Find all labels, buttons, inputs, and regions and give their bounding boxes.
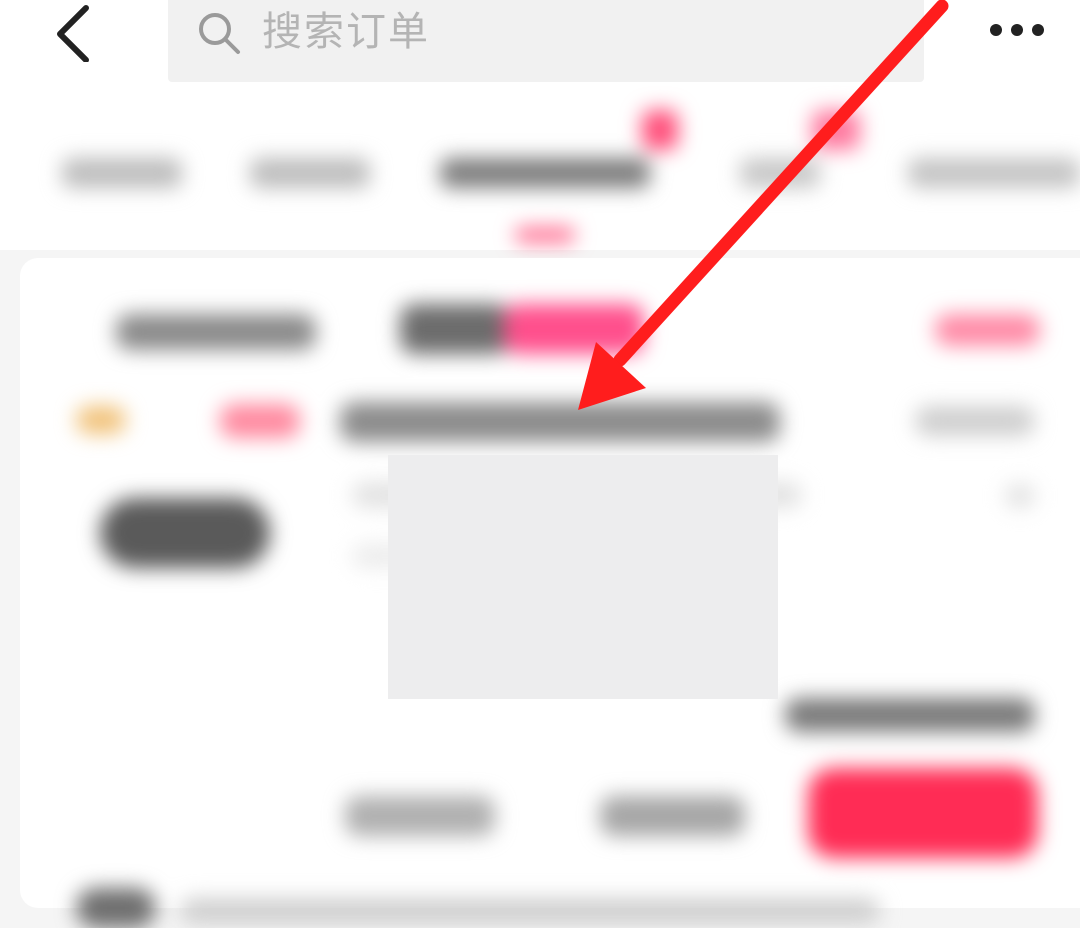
active-tab-indicator xyxy=(515,228,575,242)
search-placeholder: 搜索订单 xyxy=(262,9,430,55)
search-input[interactable]: 搜索订单 xyxy=(168,0,924,82)
label-tag xyxy=(220,404,300,438)
next-order-shop xyxy=(180,898,880,924)
shop-tag xyxy=(400,304,510,354)
tab-badge xyxy=(642,110,678,150)
action-button-1[interactable] xyxy=(345,796,495,836)
search-icon xyxy=(196,10,246,56)
tab-badge xyxy=(812,110,860,150)
shop-name[interactable] xyxy=(116,314,316,350)
label-icon xyxy=(76,406,126,434)
order-status-tabs xyxy=(0,100,1080,250)
tab-1[interactable] xyxy=(62,158,182,188)
back-chevron-icon[interactable] xyxy=(50,4,100,63)
shop-tag-accent xyxy=(504,304,644,354)
product-price xyxy=(915,406,1035,436)
next-order-header xyxy=(76,888,156,928)
tab-4[interactable] xyxy=(740,158,820,188)
order-status-text xyxy=(935,314,1040,346)
product-quantity xyxy=(1005,484,1035,508)
action-button-2[interactable] xyxy=(600,796,745,836)
tab-3-active[interactable] xyxy=(440,158,650,188)
redaction-box xyxy=(388,455,778,699)
tab-5[interactable] xyxy=(908,158,1080,188)
primary-action-button[interactable] xyxy=(808,768,1038,858)
order-total xyxy=(785,698,1035,732)
tab-2[interactable] xyxy=(250,158,370,188)
top-bar: 搜索订单 xyxy=(0,0,1080,100)
product-title[interactable] xyxy=(340,402,780,442)
product-thumbnail[interactable] xyxy=(100,498,270,568)
more-dots-icon[interactable] xyxy=(984,18,1050,42)
